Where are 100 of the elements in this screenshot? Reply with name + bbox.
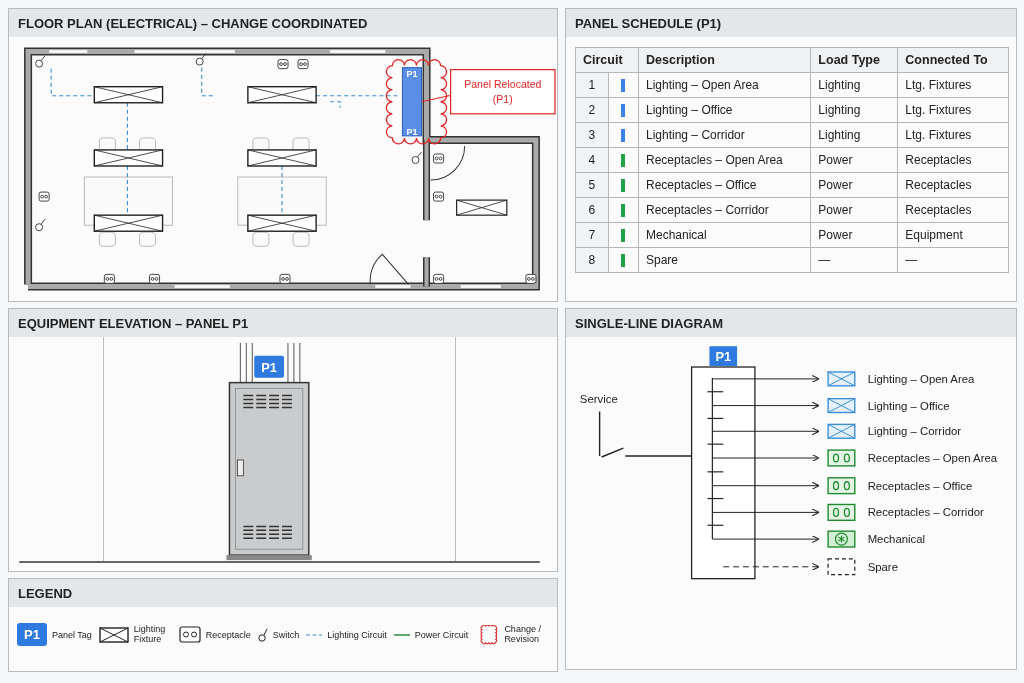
legend-label: Lighting Fixture: [133, 624, 167, 645]
legend-label: Switch: [272, 629, 300, 640]
panel-tag: P1: [406, 126, 418, 137]
table-cell: Lighting – Office: [638, 97, 811, 123]
table-cell: Power: [810, 172, 898, 198]
spare-symbol: [827, 558, 856, 576]
callout-label: Panel Relocated (P1): [464, 77, 542, 105]
table-cell: 4: [575, 147, 609, 173]
conduit-drawing: [239, 342, 301, 384]
legend-label: Change / Revision: [504, 624, 542, 645]
receptacle-symbol: [433, 191, 445, 202]
light-fixture-symbol: [93, 214, 164, 232]
light-fixture-symbol: [93, 86, 164, 104]
table-cell: 8: [575, 247, 609, 273]
table-cell: 3: [575, 122, 609, 148]
switch-symbol: [35, 55, 46, 68]
table-cell: Ltg. Fixtures: [897, 97, 1009, 123]
table-cell: Ltg. Fixtures: [897, 72, 1009, 98]
load-label: Lighting – Office: [867, 399, 950, 412]
table-cell: 5: [575, 172, 609, 198]
panel-title: PANEL SCHEDULE (P1): [566, 9, 1016, 37]
table-cell: 1: [575, 72, 609, 98]
panel-title: LEGEND: [9, 579, 557, 607]
table-cell: Lighting – Corridor: [638, 122, 811, 148]
table-cell: Lighting – Open Area: [638, 72, 811, 98]
light-fixture-icon: [827, 423, 856, 439]
table-cell: Receptacles – Office: [638, 172, 811, 198]
legend-label: Lighting Circuit: [327, 629, 387, 640]
table-cell: Lighting: [810, 97, 898, 123]
panel-tag-background: [709, 346, 738, 366]
table-cell: 6: [575, 197, 609, 223]
panel-title: EQUIPMENT ELEVATION – PANEL P1: [9, 309, 557, 337]
load-label: Receptacles – Office: [867, 479, 973, 492]
receptacle-icon: [827, 477, 856, 495]
table-cell: 2: [575, 97, 609, 123]
electrical-panel: [401, 67, 422, 137]
table-cell: Ltg. Fixtures: [897, 122, 1009, 148]
light-fixture-symbol: [247, 214, 317, 232]
table-cell: Receptacles – Open Area: [638, 147, 811, 173]
table-cell: Receptacles: [897, 197, 1009, 223]
table-cell: Receptacles: [897, 172, 1009, 198]
table-cell: Lighting: [810, 72, 898, 98]
table-cell: —: [810, 247, 898, 273]
table-cell: Equipment: [897, 222, 1009, 248]
table-cell: —: [897, 247, 1009, 273]
column-header: Description: [638, 47, 811, 73]
table-cell: Lighting: [810, 122, 898, 148]
receptacle-symbol: [525, 273, 537, 284]
light-fixture-icon: [98, 626, 129, 643]
table-cell: Power: [810, 222, 898, 248]
column-header: Load Type: [810, 47, 898, 73]
receptacle-symbol: [38, 191, 50, 202]
switch-symbol: [35, 218, 46, 232]
receptacle-symbol: [433, 153, 445, 164]
switch-icon: [257, 626, 268, 643]
table-cell: Power: [810, 147, 898, 173]
receptacle-icon: [827, 449, 856, 467]
switch-symbol: [195, 53, 207, 66]
receptacle-symbol: [103, 273, 115, 284]
panel-tag: P1: [715, 349, 732, 365]
load-label: Lighting – Corridor: [867, 425, 962, 438]
light-fixture-icon: [827, 397, 856, 414]
table-cell: Spare: [638, 247, 811, 273]
legend-label: Power Circuit: [414, 629, 469, 640]
load-label: Receptacles – Open Area: [867, 451, 998, 464]
receptacle-icon: [827, 503, 856, 521]
receptacle-icon: [178, 626, 201, 643]
service-label: Service: [579, 392, 618, 405]
light-fixture-icon: [827, 371, 856, 387]
table-cell: Receptacles – Corridor: [638, 197, 811, 223]
light-fixture-symbol: [247, 149, 317, 167]
receptacle-symbol: [433, 273, 445, 284]
light-fixture-symbol: [247, 86, 317, 104]
table-cell: Mechanical: [638, 222, 811, 248]
panel-tag-background: [254, 355, 284, 378]
legend-label: Receptacle: [205, 629, 251, 640]
panel-tag-symbol: P1: [17, 623, 47, 646]
legend-label: Panel Tag: [51, 629, 92, 640]
solid-line-icon: [393, 632, 410, 637]
receptacle-symbol: [277, 59, 289, 70]
load-label: Spare: [867, 560, 898, 573]
dashed-line-icon: [306, 632, 323, 637]
load-label: Lighting – Open Area: [867, 372, 975, 385]
light-fixture-symbol: [93, 149, 164, 167]
table-cell: 7: [575, 222, 609, 248]
panel-title: SINGLE-LINE DIAGRAM: [566, 309, 1016, 337]
panel-tag: P1: [406, 68, 418, 79]
light-fixture-symbol: [456, 199, 508, 216]
panel-tag: P1: [261, 359, 277, 375]
panel-title: FLOOR PLAN (ELECTRICAL) – CHANGE COORDINATED: [9, 9, 557, 37]
column-header: Circuit: [575, 47, 639, 73]
mechanical-equipment-icon: [827, 530, 856, 548]
load-label: Mechanical: [867, 533, 926, 546]
table-cell: Power: [810, 197, 898, 223]
column-header: Connected To: [897, 47, 1009, 73]
receptacle-symbol: [149, 273, 160, 284]
receptacle-symbol: [297, 59, 309, 70]
switch-symbol: [411, 151, 422, 164]
load-label: Receptacles – Corridor: [867, 506, 984, 519]
table-cell: Receptacles: [897, 147, 1009, 173]
